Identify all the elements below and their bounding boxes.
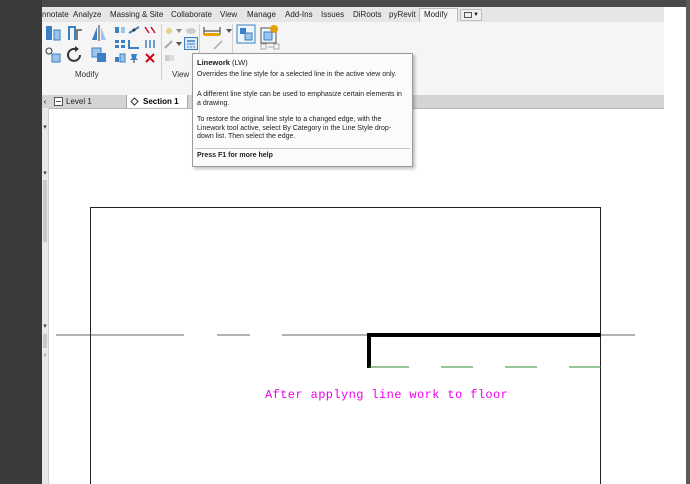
tab-issues[interactable]: Issues xyxy=(321,9,344,21)
tab-annotate[interactable]: nnotate xyxy=(42,9,69,21)
copy-icon[interactable] xyxy=(90,46,108,64)
tooltip-paragraph-line: down list. Then select the edge. xyxy=(197,133,296,140)
tooltip-tool-name: Linework xyxy=(197,58,230,67)
scrollbar-thumb[interactable] xyxy=(43,180,47,242)
tab-level-1[interactable]: Level 1 xyxy=(50,95,124,108)
linework-icon[interactable] xyxy=(184,37,198,50)
offset-icon[interactable] xyxy=(66,24,84,42)
tooltip-paragraph-line: a drawing. xyxy=(197,99,230,107)
panel-separator xyxy=(161,24,162,80)
scrollbar-thumb[interactable] xyxy=(43,334,47,348)
mirror-pick-axis-icon[interactable] xyxy=(90,24,108,42)
properties-panel-edge xyxy=(0,0,42,484)
create-group-icon[interactable] xyxy=(236,24,256,44)
join-icon[interactable] xyxy=(164,53,176,63)
delete-icon[interactable] xyxy=(144,53,156,63)
tooltip-title: Linework (LW) xyxy=(197,58,248,67)
tab-scroll-left-icon[interactable]: ‹ xyxy=(42,95,48,108)
rotate-icon[interactable] xyxy=(66,46,84,64)
tab-level-1-label: Level 1 xyxy=(66,97,92,106)
modify-panel-label: Modify xyxy=(75,70,99,79)
override-graphics-icon[interactable] xyxy=(185,26,197,36)
linework-tooltip: Linework (LW) Overrides the line style f… xyxy=(192,53,413,167)
view-panel-label: View xyxy=(172,70,190,79)
tooltip-divider xyxy=(195,148,410,149)
move-icon[interactable] xyxy=(44,46,62,64)
create-parts-icon[interactable] xyxy=(260,43,280,51)
trim-icon[interactable] xyxy=(128,39,140,49)
paint-icon[interactable] xyxy=(164,39,174,49)
window-top-edge xyxy=(0,0,690,7)
tooltip-paragraph-line: To restore the original line style to a … xyxy=(197,116,382,123)
tab-massing-site[interactable]: Massing & Site xyxy=(110,9,163,21)
ribbon-tab-bar: nnotate Analyze Massing & Site Collabora… xyxy=(42,7,664,23)
tooltip-help-hint: Press F1 for more help xyxy=(197,152,273,159)
tab-section-1-label: Section 1 xyxy=(143,97,179,106)
tab-manage[interactable]: Manage xyxy=(247,9,276,21)
split-icon[interactable] xyxy=(128,25,140,35)
array-icon[interactable] xyxy=(114,39,126,49)
crop-region-box xyxy=(90,207,601,484)
tab-modify[interactable]: Modify xyxy=(424,9,448,21)
chevron-down-icon: ▼ xyxy=(473,12,479,18)
chevron-down-icon[interactable]: ▾ xyxy=(42,323,48,331)
plan-view-icon xyxy=(54,97,63,106)
chevron-down-icon[interactable]: ▾ xyxy=(42,124,48,132)
chevron-down-icon[interactable]: ▾ xyxy=(42,170,48,178)
mirror-draw-axis-icon[interactable] xyxy=(114,25,126,35)
hide-element-icon[interactable] xyxy=(164,26,174,36)
tab-section-1[interactable]: Section 1 xyxy=(126,95,188,108)
pin-icon[interactable] xyxy=(128,53,140,63)
panel-square-icon xyxy=(464,12,472,18)
tab-add-ins[interactable]: Add-Ins xyxy=(285,9,313,21)
tab-collaborate[interactable]: Collaborate xyxy=(171,9,212,21)
window-right-edge xyxy=(686,0,690,484)
tooltip-description: Overrides the line style for a selected … xyxy=(197,71,397,78)
tooltip-shortcut: (LW) xyxy=(232,58,248,67)
panel-visibility-dropdown[interactable]: ▼ xyxy=(460,9,482,21)
measure-icon[interactable] xyxy=(212,39,224,51)
split-gap-icon[interactable] xyxy=(144,25,156,35)
tab-diroots[interactable]: DiRoots xyxy=(353,9,381,21)
tooltip-paragraph-line: A different line style can be used to em… xyxy=(197,91,402,98)
floor-linework-edge xyxy=(367,333,601,368)
left-scroll-strip: ▾ ▾ ▾ ‹ xyxy=(42,108,49,484)
tab-pyrevit[interactable]: pyRevit xyxy=(389,9,416,21)
tab-view[interactable]: View xyxy=(220,9,237,21)
dropdown-arrow-icon[interactable] xyxy=(175,27,183,35)
chevron-left-icon[interactable]: ‹ xyxy=(42,352,48,360)
align-icon[interactable] xyxy=(44,24,62,42)
dropdown-arrow-icon[interactable] xyxy=(175,40,183,48)
trim-multiple-icon[interactable] xyxy=(144,39,156,49)
dimension-icon[interactable] xyxy=(202,25,224,37)
create-assembly-icon[interactable] xyxy=(260,24,280,44)
tab-analyze[interactable]: Analyze xyxy=(73,9,101,21)
annotation-text: After applyng line work to floor xyxy=(265,388,509,402)
scale-icon[interactable] xyxy=(114,53,126,63)
section-view-icon xyxy=(130,97,139,106)
tooltip-paragraph-line: Linework tool active, select By Category… xyxy=(197,124,392,132)
